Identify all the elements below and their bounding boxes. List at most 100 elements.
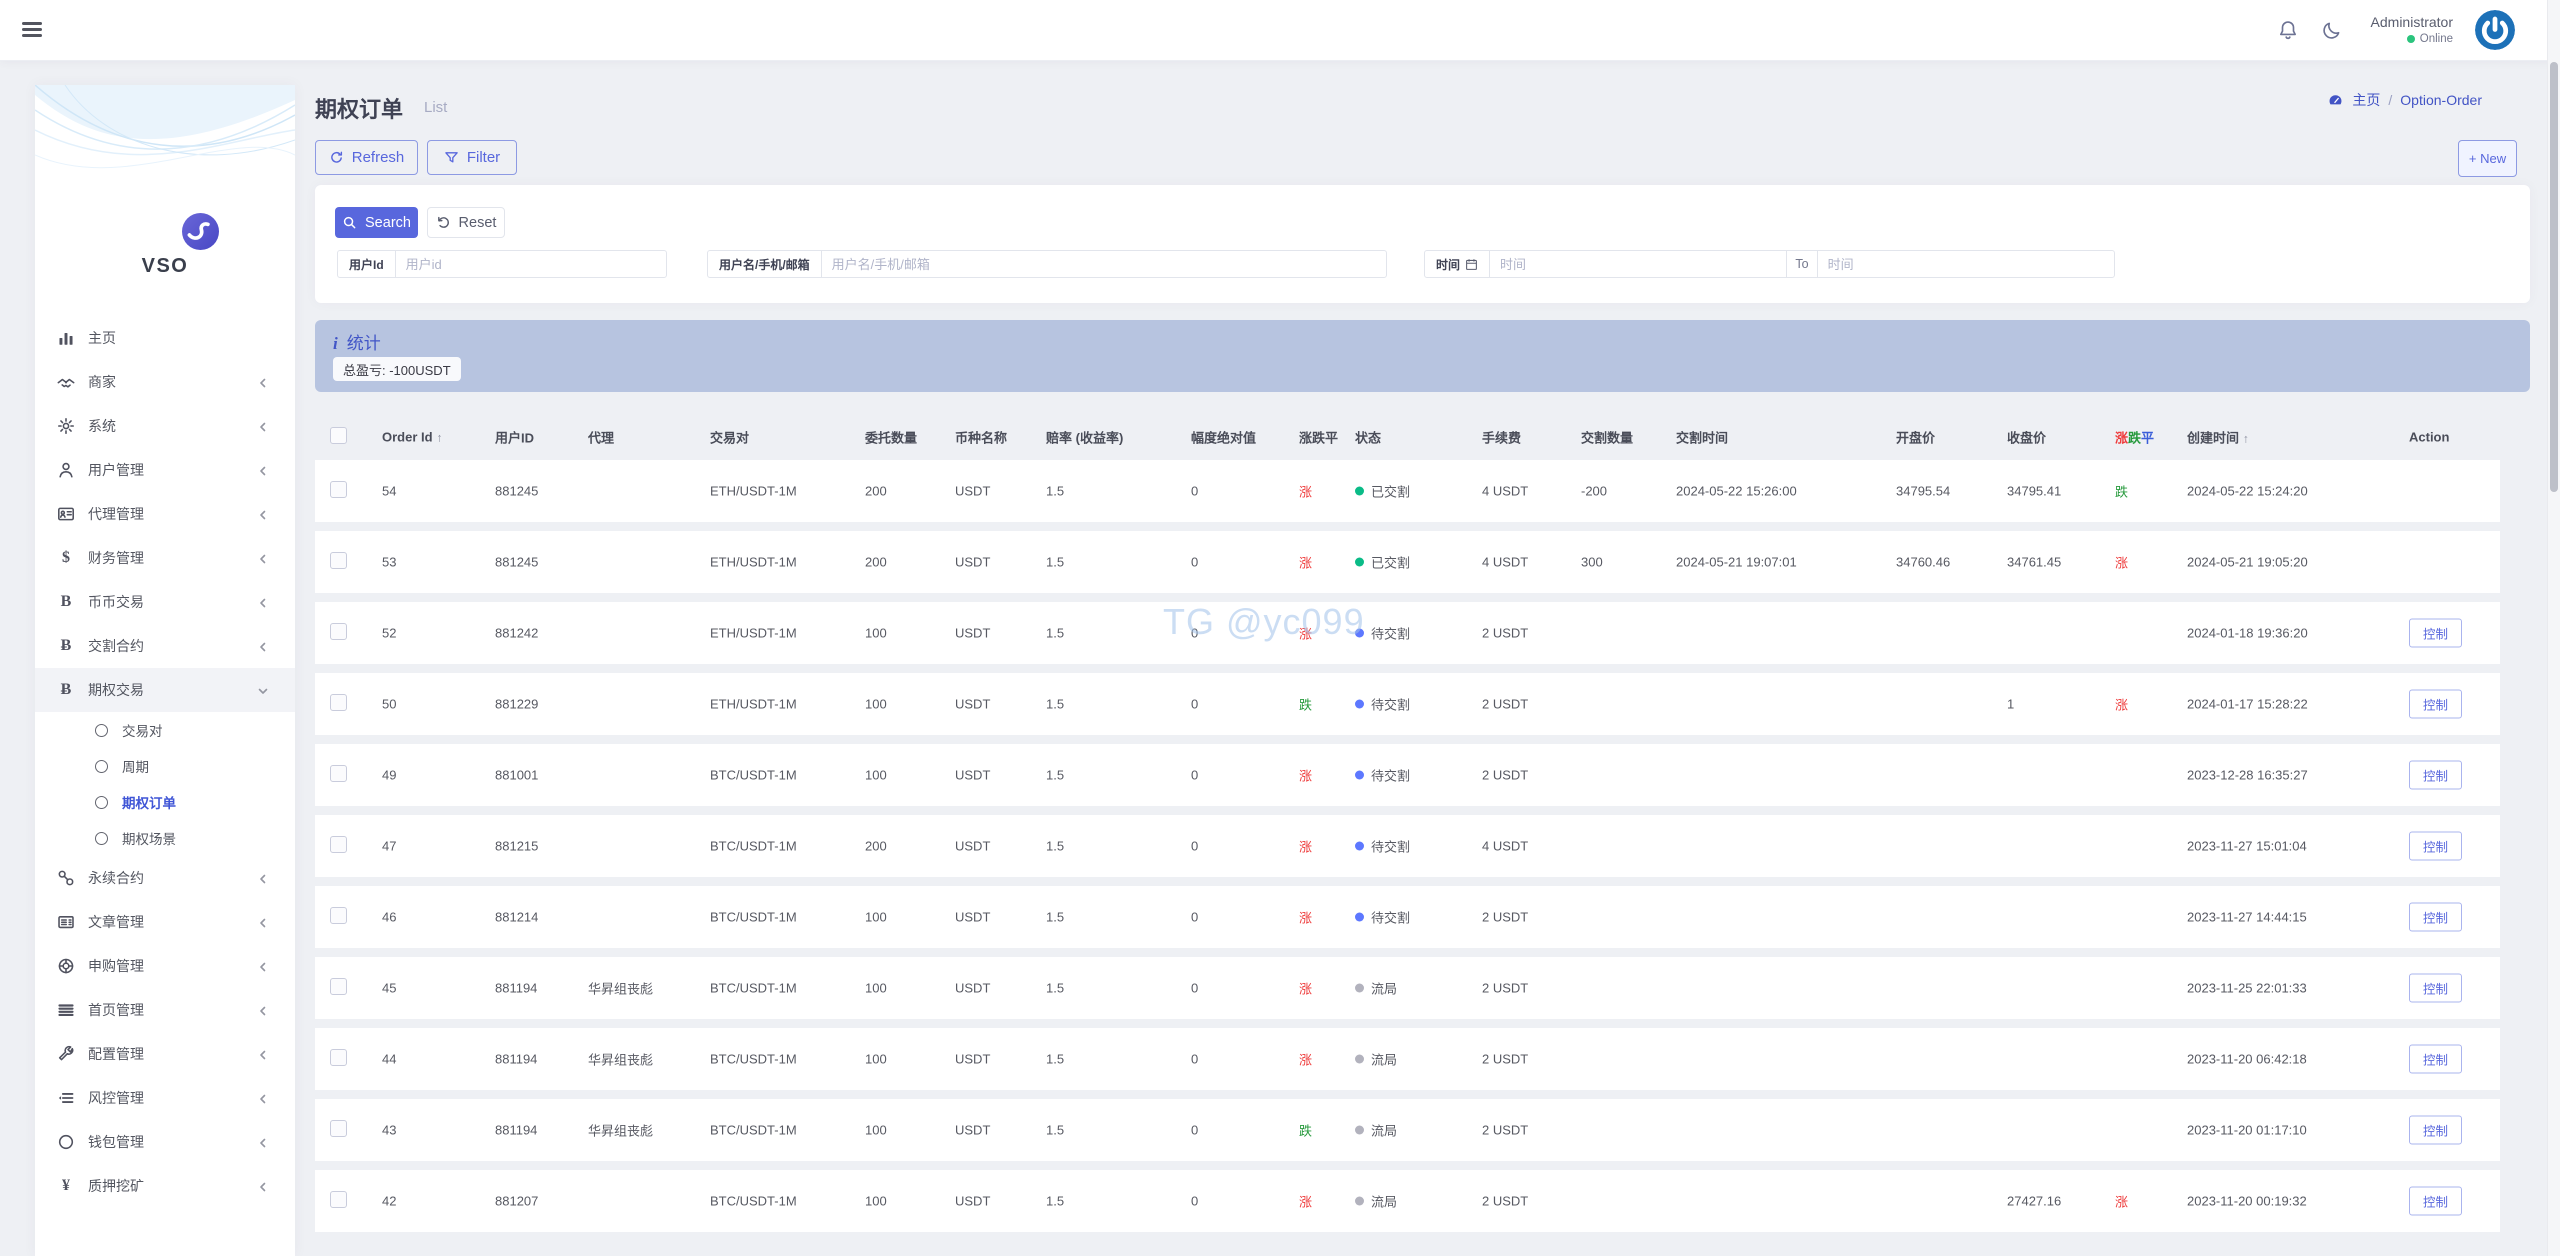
- cell-odds: 1.5: [1046, 1193, 1065, 1209]
- row-checkbox[interactable]: [330, 552, 347, 569]
- sidebar-subitem-2[interactable]: 期权订单: [35, 784, 295, 820]
- cell-amount: 200: [865, 838, 887, 854]
- user-info[interactable]: Administrator Online: [2371, 14, 2453, 46]
- sidebar-item-14[interactable]: 风控管理: [35, 1076, 295, 1120]
- breadcrumb-current[interactable]: Option-Order: [2400, 92, 2482, 108]
- notifications-bell-icon[interactable]: [2277, 19, 2299, 41]
- control-button[interactable]: 控制: [2409, 831, 2463, 861]
- sidebar-subitem-0[interactable]: 交易对: [35, 712, 295, 748]
- sidebar-subitem-label: 期权订单: [122, 796, 176, 811]
- control-button[interactable]: 控制: [2409, 689, 2463, 719]
- bullet-circle-icon: [95, 795, 108, 809]
- user-name-label: 用户名/手机/邮箱: [708, 251, 822, 277]
- scrollbar-thumb[interactable]: [2550, 62, 2558, 492]
- sidebar-item-15[interactable]: 钱包管理: [35, 1120, 295, 1164]
- user-name-field: 用户名/手机/邮箱: [707, 250, 1387, 278]
- header-fee: 手续费: [1482, 430, 1522, 445]
- row-checkbox[interactable]: [330, 978, 347, 995]
- cell-created: 2023-11-25 22:01:33: [2187, 980, 2307, 996]
- cell-user-id: 881194: [495, 980, 538, 996]
- chain-icon: [57, 869, 75, 887]
- sidebar-item-label: 商家: [88, 374, 116, 390]
- table-row-47: 47 881215 BTC/USDT-1M 200 USDT 1.5 0 涨 待交割 4 USDT…: [315, 815, 2500, 877]
- new-button[interactable]: + New: [2458, 140, 2517, 177]
- sidebar-subitem-label: 交易对: [122, 724, 163, 739]
- time-to-input[interactable]: [1817, 251, 2114, 277]
- cell-pair: ETH/USDT-1M: [710, 554, 797, 570]
- breadcrumb-home[interactable]: 主页: [2352, 90, 2380, 110]
- row-checkbox[interactable]: [330, 481, 347, 498]
- cell-agent: 华昇组丧彪: [588, 1052, 654, 1068]
- dollar-icon: $: [62, 549, 70, 566]
- row-checkbox[interactable]: [330, 1049, 347, 1066]
- sidebar-subitem-3[interactable]: 期权场景: [35, 820, 295, 856]
- sidebar-item-0[interactable]: 主页: [35, 316, 295, 360]
- sidebar-item-11[interactable]: 申购管理: [35, 944, 295, 988]
- sidebar-item-10[interactable]: 文章管理: [35, 900, 295, 944]
- control-button[interactable]: 控制: [2409, 618, 2463, 648]
- select-all-checkbox[interactable]: [330, 426, 347, 444]
- sidebar-item-3[interactable]: 用户管理: [35, 448, 295, 492]
- table-header-row: Order Id ↑ 用户ID 代理 交易对 委托数量 币种名称 赔率 (收益率) 幅度绝对值 涨…: [315, 415, 2530, 458]
- cell-checkbox: [330, 1049, 347, 1069]
- cell-fee: 2 USDT: [1482, 980, 1529, 996]
- row-checkbox[interactable]: [330, 836, 347, 853]
- control-button[interactable]: 控制: [2409, 973, 2463, 1003]
- sidebar-item-9[interactable]: 永续合约: [35, 856, 295, 900]
- search-button[interactable]: Search: [335, 207, 418, 238]
- control-button[interactable]: 控制: [2409, 1186, 2463, 1216]
- control-button[interactable]: 控制: [2409, 902, 2463, 932]
- control-button[interactable]: 控制: [2409, 1115, 2463, 1145]
- user-avatar[interactable]: [2475, 10, 2515, 50]
- sidebar-item-5[interactable]: $ 财务管理: [35, 536, 295, 580]
- cell-amplitude: 0: [1191, 767, 1199, 783]
- sidebar-subitem-1[interactable]: 周期: [35, 748, 295, 784]
- dark-mode-moon-icon[interactable]: [2321, 19, 2343, 41]
- header-order-id[interactable]: Order Id ↑: [382, 429, 443, 444]
- sidebar-item-12[interactable]: 首页管理: [35, 988, 295, 1032]
- letter-b-icon: B: [60, 593, 72, 610]
- cell-status: 流局: [1355, 1050, 1397, 1069]
- cell-order-id: 54: [382, 483, 397, 499]
- header-user-id: 用户ID: [495, 430, 535, 445]
- cell-result: 涨: [2115, 697, 2129, 713]
- sidebar-item-7[interactable]: Ƀ 交割合约: [35, 624, 295, 668]
- sidebar-item-6[interactable]: B 币币交易: [35, 580, 295, 624]
- header-created[interactable]: 创建时间 ↑: [2187, 427, 2249, 446]
- cell-odds: 1.5: [1046, 696, 1065, 712]
- refresh-button[interactable]: Refresh: [315, 140, 418, 175]
- page-scrollbar[interactable]: [2547, 0, 2560, 1256]
- cell-status: 已交割: [1355, 553, 1410, 572]
- row-checkbox[interactable]: [330, 1120, 347, 1137]
- time-label: 时间: [1436, 257, 1461, 272]
- control-button[interactable]: 控制: [2409, 760, 2463, 790]
- user-name-input[interactable]: [821, 251, 1386, 277]
- user-id-input[interactable]: [395, 251, 666, 277]
- row-checkbox[interactable]: [330, 694, 347, 711]
- filter-button[interactable]: Filter: [427, 140, 517, 175]
- row-checkbox[interactable]: [330, 1191, 347, 1208]
- cell-created: 2023-11-27 15:01:04: [2187, 838, 2307, 854]
- control-button[interactable]: 控制: [2409, 1044, 2463, 1074]
- user-id-field: 用户Id: [337, 250, 667, 278]
- sidebar-item-4[interactable]: 代理管理: [35, 492, 295, 536]
- sidebar-item-13[interactable]: 配置管理: [35, 1032, 295, 1076]
- header-settle-time: 交割时间: [1676, 430, 1729, 445]
- cell-settle-amount: 300: [1581, 554, 1603, 570]
- cell-pair: BTC/USDT-1M: [710, 767, 797, 783]
- time-from-input[interactable]: [1490, 251, 1787, 277]
- cell-odds: 1.5: [1046, 909, 1065, 925]
- sidebar-item-16[interactable]: ¥ 质押挖矿: [35, 1164, 295, 1208]
- row-checkbox[interactable]: [330, 765, 347, 782]
- sidebar-item-2[interactable]: 系统: [35, 404, 295, 448]
- sidebar-item-8[interactable]: Ƀ 期权交易: [35, 668, 295, 712]
- row-checkbox[interactable]: [330, 623, 347, 640]
- row-checkbox[interactable]: [330, 907, 347, 924]
- cell-pair: BTC/USDT-1M: [710, 980, 797, 996]
- header-result: 涨跌平: [2115, 430, 2155, 445]
- chevron-left-icon: [257, 640, 269, 652]
- menu-lines-icon: [57, 1001, 75, 1019]
- sidebar-toggle-icon[interactable]: [22, 22, 42, 38]
- sidebar-item-1[interactable]: 商家: [35, 360, 295, 404]
- reset-button[interactable]: Reset: [427, 207, 505, 238]
